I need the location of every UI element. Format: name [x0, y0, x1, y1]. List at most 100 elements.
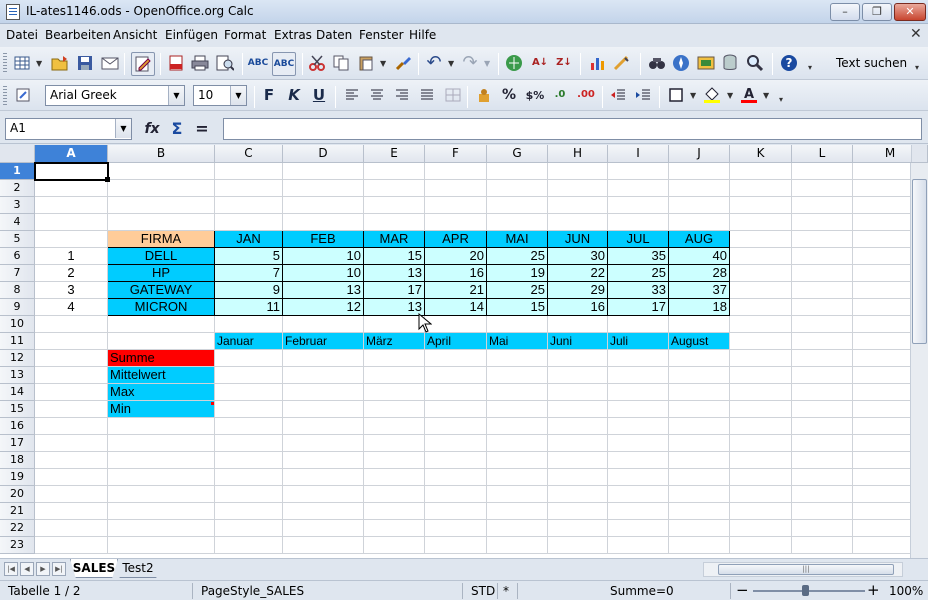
cell-g5[interactable]: MAI — [487, 231, 548, 248]
font-name-combo[interactable]: Arial Greek ▼ — [45, 85, 185, 106]
cell-g3[interactable] — [487, 197, 548, 214]
cell-l5[interactable] — [792, 231, 853, 248]
cell-c15[interactable] — [215, 401, 283, 418]
cell-l4[interactable] — [792, 214, 853, 231]
cell-l11[interactable] — [792, 333, 853, 350]
cell-j2[interactable] — [669, 180, 730, 197]
cell-b18[interactable] — [108, 452, 215, 469]
cell-e18[interactable] — [364, 452, 425, 469]
cell-i20[interactable] — [608, 486, 669, 503]
row-header-7[interactable]: 7 — [0, 265, 35, 282]
cell-b10[interactable] — [108, 316, 215, 333]
cell-j9[interactable]: 18 — [669, 299, 730, 316]
align-center-icon[interactable] — [367, 85, 387, 105]
chevron-down-icon[interactable]: ▼ — [763, 91, 769, 100]
cell-k3[interactable] — [730, 197, 792, 214]
styles-formatting-icon[interactable] — [13, 85, 33, 105]
save-icon[interactable] — [75, 53, 95, 73]
cell-f14[interactable] — [425, 384, 487, 401]
cell-f21[interactable] — [425, 503, 487, 520]
cell-f18[interactable] — [425, 452, 487, 469]
cell-f9[interactable]: 14 — [425, 299, 487, 316]
cell-h4[interactable] — [548, 214, 608, 231]
cell-h13[interactable] — [548, 367, 608, 384]
cell-l19[interactable] — [792, 469, 853, 486]
cell-g16[interactable] — [487, 418, 548, 435]
cell-c11[interactable]: Januar — [215, 333, 283, 350]
cell-a9[interactable]: 4 — [35, 299, 108, 316]
row-header-12[interactable]: 12 — [0, 350, 35, 367]
spellcheck-icon[interactable]: ABC — [248, 53, 268, 73]
cell-f1[interactable] — [425, 163, 487, 180]
chevron-down-icon[interactable]: ▼ — [380, 59, 386, 68]
row-header-18[interactable]: 18 — [0, 452, 35, 469]
cell-i11[interactable]: Juli — [608, 333, 669, 350]
cell-l14[interactable] — [792, 384, 853, 401]
menu-einfuegen[interactable]: Einfügen — [165, 28, 218, 42]
cell-h15[interactable] — [548, 401, 608, 418]
cell-f17[interactable] — [425, 435, 487, 452]
cell-i14[interactable] — [608, 384, 669, 401]
cell-l22[interactable] — [792, 520, 853, 537]
cell-e20[interactable] — [364, 486, 425, 503]
cell-d19[interactable] — [283, 469, 364, 486]
align-right-icon[interactable] — [392, 85, 412, 105]
cell-j1[interactable] — [669, 163, 730, 180]
cell-a14[interactable] — [35, 384, 108, 401]
cell-k11[interactable] — [730, 333, 792, 350]
minimize-button[interactable]: – — [830, 3, 860, 21]
column-header-e[interactable]: E — [364, 145, 425, 163]
navigator-icon[interactable] — [671, 53, 691, 73]
font-color-icon[interactable]: A — [739, 85, 759, 105]
cell-i23[interactable] — [608, 537, 669, 554]
toolbar-options-icon[interactable]: ▾ — [808, 63, 812, 72]
cell-l18[interactable] — [792, 452, 853, 469]
cell-h3[interactable] — [548, 197, 608, 214]
cell-g20[interactable] — [487, 486, 548, 503]
cell-e8[interactable]: 17 — [364, 282, 425, 299]
cell-g14[interactable] — [487, 384, 548, 401]
cell-h23[interactable] — [548, 537, 608, 554]
cell-b22[interactable] — [108, 520, 215, 537]
cell-f8[interactable]: 21 — [425, 282, 487, 299]
paste-icon[interactable] — [356, 53, 376, 73]
cell-i5[interactable]: JUL — [608, 231, 669, 248]
cell-i17[interactable] — [608, 435, 669, 452]
cell-b17[interactable] — [108, 435, 215, 452]
cell-g1[interactable] — [487, 163, 548, 180]
cell-a12[interactable] — [35, 350, 108, 367]
increase-indent-icon[interactable] — [633, 85, 653, 105]
row-header-14[interactable]: 14 — [0, 384, 35, 401]
cell-a2[interactable] — [35, 180, 108, 197]
help-icon[interactable]: ? — [779, 53, 799, 73]
sheet-tab-sales[interactable]: SALES — [70, 559, 118, 578]
chart-icon[interactable] — [588, 53, 608, 73]
chevron-down-icon[interactable]: ▼ — [230, 86, 246, 105]
formula-input[interactable] — [223, 118, 922, 140]
cell-d10[interactable] — [283, 316, 364, 333]
cell-b9[interactable]: MICRON — [108, 299, 215, 316]
cell-a5[interactable] — [35, 231, 108, 248]
next-sheet-button[interactable]: ▶ — [36, 562, 50, 576]
cell-k18[interactable] — [730, 452, 792, 469]
cell-a3[interactable] — [35, 197, 108, 214]
insert-mode[interactable]: STD — [471, 584, 495, 598]
currency-format-icon[interactable] — [474, 85, 494, 105]
background-color-icon[interactable] — [702, 85, 722, 105]
font-size-combo[interactable]: 10 ▼ — [193, 85, 247, 106]
redo-icon[interactable]: ↷ — [460, 53, 480, 73]
cell-e13[interactable] — [364, 367, 425, 384]
cell-j22[interactable] — [669, 520, 730, 537]
menu-bearbeiten[interactable]: Bearbeiten — [45, 28, 111, 42]
cell-j20[interactable] — [669, 486, 730, 503]
cell-c12[interactable] — [215, 350, 283, 367]
cell-a7[interactable]: 2 — [35, 265, 108, 282]
cell-g23[interactable] — [487, 537, 548, 554]
cell-h8[interactable]: 29 — [548, 282, 608, 299]
menu-hilfe[interactable]: Hilfe — [409, 28, 436, 42]
cell-e9[interactable]: 13 — [364, 299, 425, 316]
cell-c13[interactable] — [215, 367, 283, 384]
chevron-down-icon[interactable]: ▼ — [690, 91, 696, 100]
cell-j13[interactable] — [669, 367, 730, 384]
cell-f15[interactable] — [425, 401, 487, 418]
